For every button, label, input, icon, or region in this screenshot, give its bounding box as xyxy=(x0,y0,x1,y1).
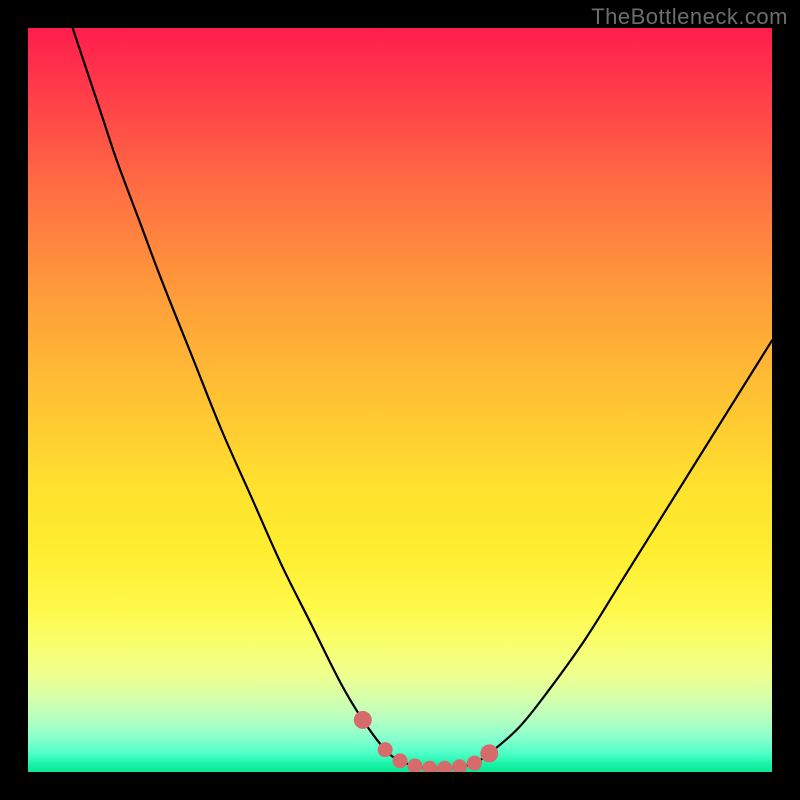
plot-area xyxy=(28,28,772,772)
optimum-marker xyxy=(480,744,498,762)
optimum-marker xyxy=(378,742,393,757)
optimum-marker xyxy=(354,711,372,729)
optimum-marker xyxy=(467,756,482,771)
optimum-markers xyxy=(354,711,498,772)
optimum-marker xyxy=(407,759,422,772)
optimum-marker xyxy=(437,761,452,772)
curve-svg xyxy=(28,28,772,772)
bottleneck-curve xyxy=(73,28,772,769)
watermark-text: TheBottleneck.com xyxy=(591,4,788,30)
chart-frame: TheBottleneck.com xyxy=(0,0,800,800)
optimum-marker xyxy=(422,761,437,772)
optimum-marker xyxy=(452,759,467,772)
optimum-marker xyxy=(393,753,408,768)
